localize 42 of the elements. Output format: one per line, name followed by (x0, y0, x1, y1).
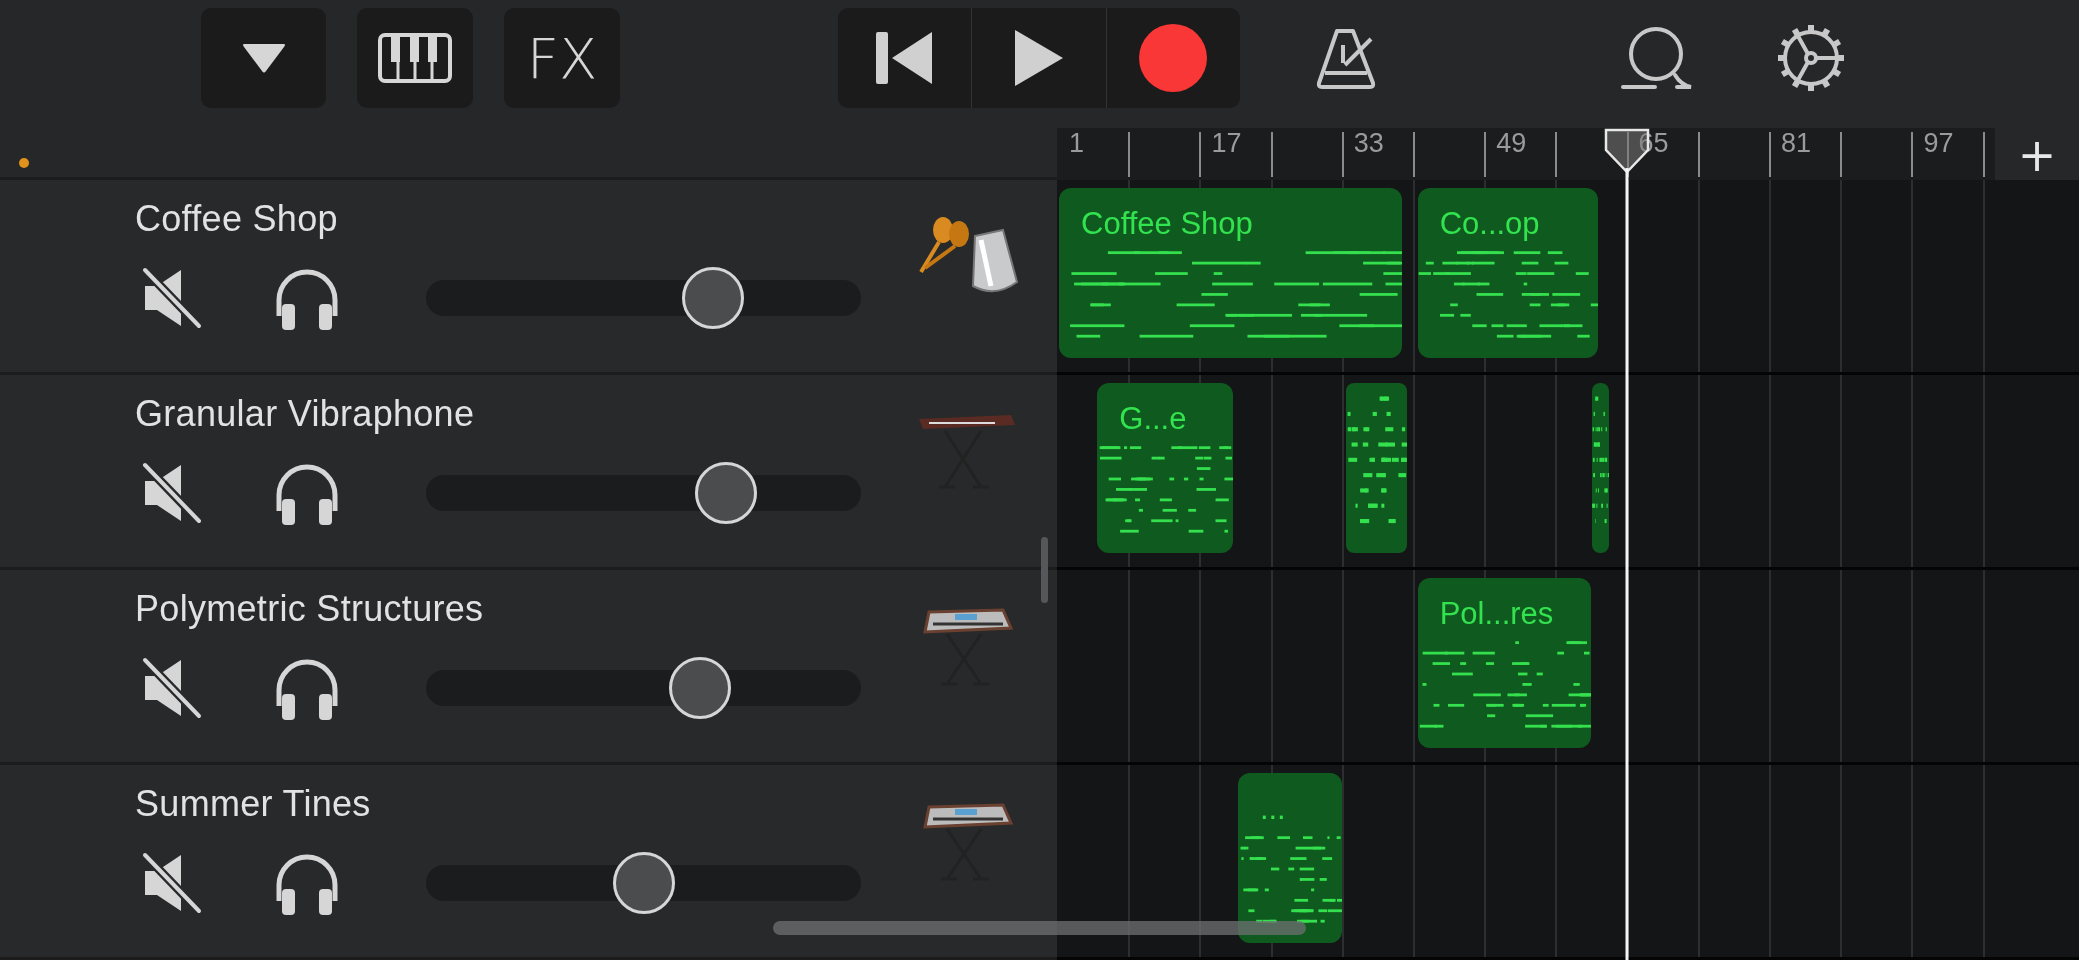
triangle-down-icon (241, 41, 286, 75)
region-title: Coffee Shop (1080, 205, 1254, 242)
midi-region[interactable]: Co...op (1417, 188, 1598, 358)
mute-icon[interactable] (141, 656, 203, 720)
bar-number: 1 (1069, 128, 1085, 159)
mute-icon[interactable] (141, 851, 203, 915)
play-icon (1013, 28, 1065, 88)
midi-region[interactable] (1346, 383, 1407, 553)
midi-region[interactable]: G...e (1097, 383, 1233, 553)
midi-region[interactable] (1592, 383, 1609, 553)
region-title: ... (1258, 790, 1287, 827)
volume-slider[interactable] (426, 852, 861, 914)
vertical-scroll-indicator (1041, 537, 1048, 603)
bar-number: 97 (1923, 128, 1954, 159)
midi-region[interactable]: Coffee Shop (1059, 188, 1403, 358)
fx-button[interactable]: FX (504, 8, 620, 108)
piano-keys-icon (377, 32, 453, 84)
add-section-button[interactable]: + (1995, 128, 2079, 180)
record-icon (1138, 23, 1209, 93)
track-name: Granular Vibraphone (135, 393, 475, 435)
loop-icon[interactable] (1619, 25, 1693, 91)
bar-number: 49 (1496, 128, 1527, 159)
track-name: Summer Tines (135, 783, 371, 825)
keyboard-button[interactable] (357, 8, 473, 108)
region-title: Co...op (1438, 205, 1541, 242)
midi-region[interactable]: ... (1237, 773, 1342, 943)
dropdown-button[interactable] (201, 8, 326, 108)
volume-slider[interactable] (426, 267, 861, 329)
mute-icon[interactable] (141, 266, 203, 330)
mute-icon[interactable] (141, 461, 203, 525)
track-name: Polymetric Structures (135, 588, 484, 630)
settings-icon[interactable] (1776, 23, 1846, 93)
bar-number: 17 (1211, 128, 1242, 159)
bar-number: 33 (1353, 128, 1384, 159)
volume-slider[interactable] (426, 462, 861, 524)
region-title: Pol...res (1438, 595, 1555, 632)
status-dot (19, 158, 29, 168)
volume-slider[interactable] (426, 657, 861, 719)
midi-region[interactable]: Pol...res (1417, 578, 1591, 748)
region-title: G...e (1118, 400, 1188, 437)
bar-number: 81 (1781, 128, 1812, 159)
track-name: Coffee Shop (135, 198, 338, 240)
